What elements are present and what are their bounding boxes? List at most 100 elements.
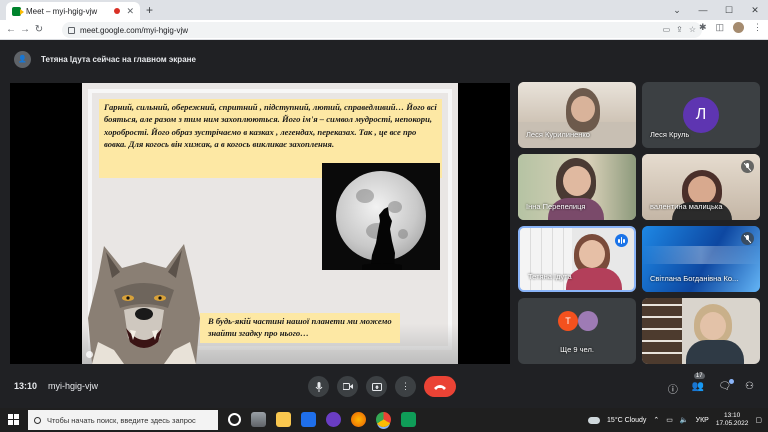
address-bar[interactable]: meet.google.com/myi-hgig-vjw ▭ ⇪ ☆ bbox=[62, 22, 702, 38]
tab-title: Meet – myi-hgig-vjw bbox=[26, 6, 98, 16]
recording-dot-icon bbox=[114, 8, 121, 14]
meeting-info-icon[interactable]: ⓘ bbox=[668, 381, 678, 396]
participant-name: Світлана Богданівна Ко... bbox=[650, 274, 739, 283]
share-icon[interactable]: ⇪ bbox=[676, 25, 683, 34]
task-view-icon[interactable] bbox=[251, 412, 266, 427]
taskbar-search-placeholder: Чтобы начать поиск, введите здесь запрос bbox=[47, 415, 196, 425]
volume-icon[interactable]: 🔈 bbox=[680, 416, 689, 424]
tab-close-icon[interactable]: ✕ bbox=[126, 6, 134, 17]
snarling-wolf-image bbox=[88, 244, 200, 364]
taskbar-apps bbox=[228, 412, 416, 427]
participant-name: Леся Круль bbox=[650, 130, 690, 139]
participant-tile-valentyna-malytska[interactable]: валентина малицька bbox=[642, 154, 760, 220]
browser-toolbar: ← → ↻ meet.google.com/myi-hgig-vjw ▭ ⇪ ☆ bbox=[0, 20, 768, 40]
more-participants-tile[interactable]: Т Ще 9 чел. bbox=[518, 298, 636, 364]
mic-off-icon bbox=[741, 160, 754, 173]
close-window-button[interactable]: ✕ bbox=[742, 0, 768, 20]
participant-tile-tetiana-iduta[interactable]: Тетяна Ідута bbox=[518, 226, 636, 292]
participant-name: Тетяна Ідута bbox=[528, 272, 572, 281]
presenter-avatar: 👤 bbox=[14, 50, 31, 68]
participant-tile-lesia-krul[interactable]: Л Леся Круль bbox=[642, 82, 760, 148]
camera-icon bbox=[342, 383, 353, 390]
bookmark-star-icon[interactable]: ☆ bbox=[689, 25, 696, 34]
search-icon bbox=[34, 416, 41, 424]
participant-tile-inna-perepelytsia[interactable]: Інна Перепелиця bbox=[518, 154, 636, 220]
firefox-icon[interactable] bbox=[351, 412, 366, 427]
participant-tile-lesia-kurylynenko[interactable]: Леся Курилиненко bbox=[518, 82, 636, 148]
lock-icon[interactable] bbox=[68, 26, 75, 34]
address-bar-icons: ▭ ⇪ ☆ bbox=[663, 25, 696, 34]
profile-avatar[interactable] bbox=[733, 22, 744, 33]
participant-count-badge: 17 bbox=[693, 373, 705, 379]
presenter-banner: 👤 Тетяна Ідута сейчас на главном экране bbox=[0, 41, 768, 77]
input-language[interactable]: УКР bbox=[696, 417, 709, 424]
taskbar-date: 17.05.2022 bbox=[715, 420, 749, 427]
participant-name: валентина малицька bbox=[650, 202, 723, 211]
file-explorer-icon[interactable] bbox=[276, 412, 291, 427]
participant-tile-svitlana-bohdanivna[interactable]: Світлана Богданівна Ко... bbox=[642, 226, 760, 292]
meet-app-icon[interactable] bbox=[401, 412, 416, 427]
new-tab-button[interactable]: + bbox=[146, 3, 153, 17]
present-screen-icon bbox=[371, 382, 382, 391]
network-icon[interactable]: ▭ bbox=[666, 416, 673, 424]
browser-menu-icon[interactable]: ⋮ bbox=[753, 22, 762, 33]
participant-initial-avatar: Л bbox=[683, 97, 719, 133]
mic-off-icon bbox=[741, 232, 754, 245]
window-controls: ⌄ — ☐ ✕ bbox=[664, 0, 768, 20]
side-panel-icon[interactable]: ◫ bbox=[715, 22, 724, 33]
presenter-banner-text: Тетяна Ідута сейчас на главном экране bbox=[41, 54, 196, 64]
participant-name: Інна Перепелиця bbox=[526, 202, 586, 211]
camera-permission-icon[interactable]: ▭ bbox=[663, 25, 671, 34]
participant-tile-video[interactable] bbox=[642, 298, 760, 364]
chat-button[interactable]: 🗨 bbox=[718, 379, 735, 396]
chat-notification-dot bbox=[729, 379, 735, 384]
microphone-button[interactable] bbox=[308, 376, 329, 397]
people-button[interactable]: 17 👥 bbox=[691, 373, 705, 396]
present-screen-button[interactable] bbox=[366, 376, 387, 397]
meet-favicon-icon bbox=[12, 6, 24, 16]
participant-photo-avatar bbox=[578, 311, 598, 331]
system-tray: 15°C Cloudy ⌃ ▭ 🔈 УКР 13:10 17.05.2022 ▢ bbox=[588, 408, 762, 432]
tab-search-button[interactable]: ⌄ bbox=[664, 0, 690, 20]
camera-button[interactable] bbox=[337, 376, 358, 397]
browser-tab-strip: Meet – myi-hgig-vjw ✕ + ⌄ — ☐ ✕ bbox=[0, 0, 768, 20]
toolbar-right-icons: ✱ ◫ ⋮ bbox=[699, 22, 762, 33]
end-call-button[interactable] bbox=[424, 376, 456, 397]
meeting-clock: 13:10 bbox=[14, 381, 38, 391]
howling-wolf-moon-image bbox=[322, 163, 440, 270]
meeting-code[interactable]: myi-hgig-vjw bbox=[48, 381, 98, 391]
taskbar-time: 13:10 bbox=[723, 412, 741, 419]
activities-icon[interactable]: ⚇ bbox=[745, 381, 754, 396]
call-controls: ⋮ bbox=[308, 376, 456, 397]
presentation-stage[interactable]: Гарний, сильний, обережний, спритний , п… bbox=[10, 83, 510, 364]
speaking-indicator-icon bbox=[615, 234, 628, 247]
windows-start-icon[interactable] bbox=[8, 414, 19, 425]
mail-icon[interactable] bbox=[301, 412, 316, 427]
cortana-icon[interactable] bbox=[228, 413, 241, 426]
forward-icon[interactable]: → bbox=[18, 24, 32, 35]
cloudy-weather-icon bbox=[588, 416, 601, 424]
meeting-side-controls: ⓘ 17 👥 🗨 ⚇ bbox=[668, 373, 754, 396]
presentation-slide: Гарний, сильний, обережний, спритний , п… bbox=[82, 83, 458, 364]
extensions-icon[interactable]: ✱ bbox=[699, 22, 707, 33]
viber-icon[interactable] bbox=[326, 412, 341, 427]
weather-text[interactable]: 15°C Cloudy bbox=[607, 417, 646, 424]
taskbar-search-box[interactable]: Чтобы начать поиск, введите здесь запрос bbox=[28, 410, 218, 430]
maximize-button[interactable]: ☐ bbox=[716, 0, 742, 20]
pointer-dot-icon bbox=[86, 351, 93, 358]
tray-overflow-icon[interactable]: ⌃ bbox=[653, 416, 659, 424]
people-icon: 👥 bbox=[691, 381, 705, 392]
reload-icon[interactable]: ↻ bbox=[32, 24, 46, 35]
back-icon[interactable]: ← bbox=[4, 24, 18, 35]
browser-tab-meet[interactable]: Meet – myi-hgig-vjw ✕ bbox=[6, 2, 140, 20]
more-options-button[interactable]: ⋮ bbox=[395, 376, 416, 397]
minimize-button[interactable]: — bbox=[690, 0, 716, 20]
microphone-icon bbox=[315, 381, 322, 392]
participant-initial-avatar: Т bbox=[558, 311, 578, 331]
taskbar-clock[interactable]: 13:10 17.05.2022 bbox=[716, 412, 749, 428]
notifications-icon[interactable]: ▢ bbox=[755, 416, 762, 424]
slide-quote-text: В будь-якій частині нашої планети ми мож… bbox=[200, 313, 400, 343]
chrome-icon[interactable] bbox=[376, 412, 391, 427]
hang-up-icon bbox=[434, 384, 446, 390]
windows-taskbar: Чтобы начать поиск, введите здесь запрос… bbox=[0, 408, 768, 432]
